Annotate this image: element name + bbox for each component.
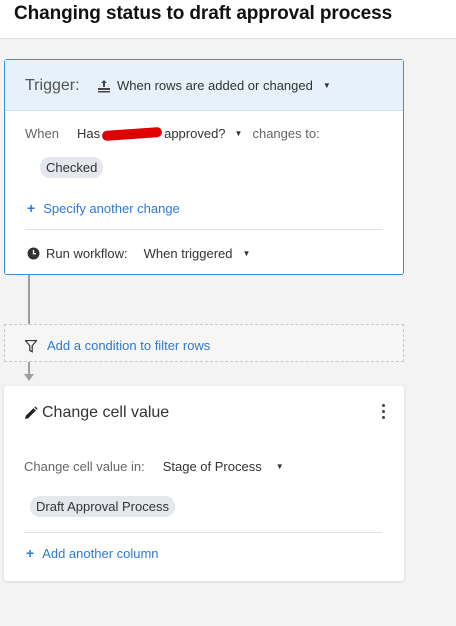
action-title: Change cell value <box>42 404 170 421</box>
specify-link-label: Specify another change <box>43 200 180 216</box>
trigger-label: Trigger: <box>25 77 80 94</box>
specify-another-change-link[interactable]: + Specify another change <box>27 200 180 216</box>
field-row: Change cell value in: Stage of Process ▼ <box>24 459 284 474</box>
run-workflow-label: Run workflow: <box>46 246 128 261</box>
run-workflow-value: When triggered <box>143 246 233 261</box>
run-workflow-dropdown[interactable]: When triggered ▼ <box>144 246 251 261</box>
rows-change-icon <box>97 79 111 93</box>
field-value: Stage of Process <box>162 459 262 474</box>
chevron-down-icon: ▼ <box>242 249 251 258</box>
add-another-column-link[interactable]: + Add another column <box>26 545 159 561</box>
when-row: When Has approved? ▼ changes to: <box>25 126 320 141</box>
clock-icon <box>27 247 40 260</box>
title-bar: Changing status to draft approval proces… <box>0 0 456 39</box>
field-dropdown[interactable]: Stage of Process ▼ <box>163 459 284 474</box>
when-label: When <box>25 126 59 141</box>
divider <box>25 229 383 230</box>
field-label: Change cell value in: <box>24 459 145 474</box>
redaction-mark <box>101 126 163 141</box>
column-suffix: approved? <box>164 126 226 141</box>
filter-icon <box>24 339 38 353</box>
trigger-event-label: When rows are added or changed <box>117 78 313 93</box>
trigger-block[interactable]: Trigger: When rows are added or changed … <box>4 59 404 275</box>
column-prefix: Has <box>76 126 101 141</box>
more-options-icon[interactable] <box>382 404 386 422</box>
trigger-event-dropdown[interactable]: When rows are added or changed ▼ <box>97 78 331 93</box>
chevron-down-icon: ▼ <box>234 129 243 138</box>
plus-icon: + <box>26 545 35 561</box>
page-title: Changing status to draft approval proces… <box>14 3 393 24</box>
trigger-value-pill[interactable]: Checked <box>40 157 104 178</box>
action-value-pill[interactable]: Draft Approval Process <box>30 496 175 517</box>
column-dropdown[interactable]: Has approved? ▼ <box>77 126 243 141</box>
run-workflow-row: Run workflow: When triggered ▼ <box>27 246 250 261</box>
add-filter-link[interactable]: Add a condition to filter rows <box>24 338 211 353</box>
plus-icon: + <box>27 200 36 216</box>
action-block[interactable]: Change cell value Change cell value in: … <box>4 386 404 581</box>
changes-to-label: changes to: <box>252 126 320 141</box>
chevron-down-icon: ▼ <box>275 462 284 471</box>
trigger-header: Trigger: When rows are added or changed … <box>5 60 403 111</box>
action-header: Change cell value <box>24 404 169 422</box>
connector-line <box>28 275 30 324</box>
filter-condition-box[interactable]: Add a condition to filter rows <box>4 324 404 362</box>
divider <box>24 532 382 533</box>
pencil-icon <box>24 406 38 420</box>
chevron-down-icon: ▼ <box>322 81 331 90</box>
arrow-down-icon <box>24 374 34 381</box>
add-filter-label: Add a condition to filter rows <box>47 338 211 353</box>
add-column-label: Add another column <box>42 545 159 561</box>
